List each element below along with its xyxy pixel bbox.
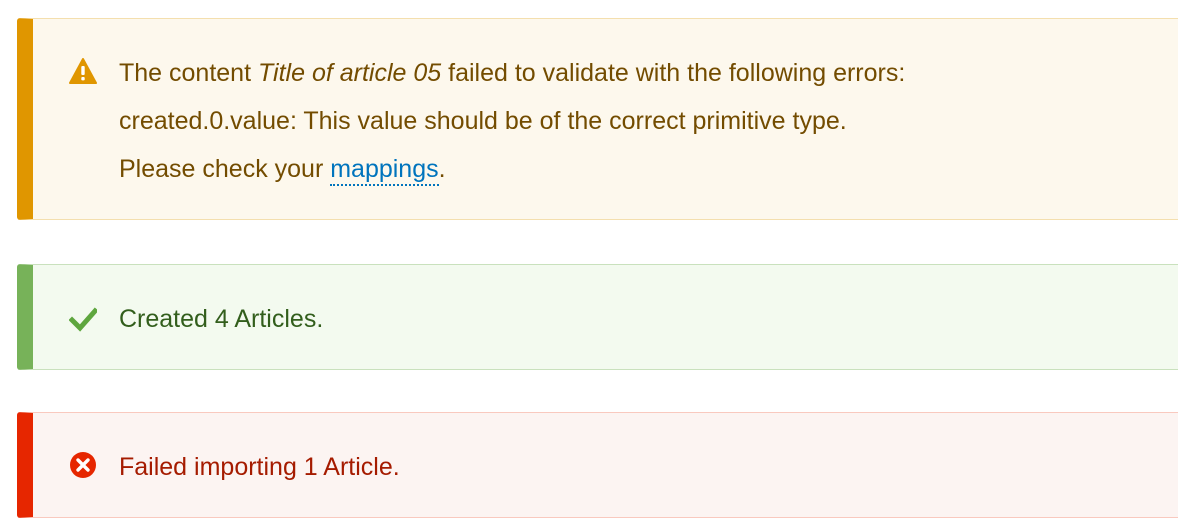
- content-title: Title of article 05: [257, 59, 442, 87]
- warning-line-3: Please check your mappings.: [119, 145, 1178, 193]
- status-text: Created 4 Articles.: [119, 305, 324, 333]
- warning-icon: [69, 58, 97, 84]
- error-message: Failed importing 1 Article.: [17, 412, 1178, 518]
- warning-suffix: failed to validate with the following er…: [441, 59, 906, 87]
- warning-text: The content Title of article 05 failed t…: [119, 49, 1178, 193]
- status-message: Created 4 Articles.: [17, 264, 1178, 370]
- error-detail: created.0.value: This value should be of…: [119, 107, 847, 135]
- mappings-link[interactable]: mappings: [330, 155, 439, 186]
- warning-message: The content Title of article 05 failed t…: [17, 18, 1178, 220]
- error-text: Failed importing 1 Article.: [119, 453, 400, 481]
- error-circle-icon: [70, 452, 96, 478]
- warning-prefix: The content: [119, 59, 258, 87]
- warning-line-1: The content Title of article 05 failed t…: [119, 49, 1178, 97]
- check-suffix: .: [438, 155, 446, 183]
- checkmark-icon: [69, 307, 97, 332]
- check-prefix: Please check your: [119, 155, 331, 183]
